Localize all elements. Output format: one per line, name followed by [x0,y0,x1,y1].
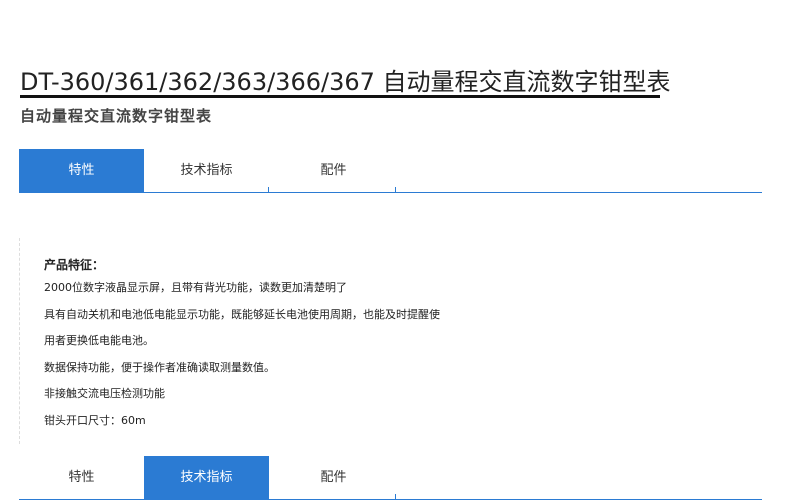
list-item: 数据保持功能，便于操作者准确读取测量数值。 [44,360,275,374]
tab-bar-bottom: 特性 技术指标 配件 [19,456,762,500]
features-panel: 产品特征： 2000位数字液晶显示屏，且带有背光功能，读数更加清楚明了 具有自动… [19,238,762,444]
tab-specifications[interactable]: 技术指标 [144,149,269,193]
tab-label: 技术指标 [180,163,233,178]
page-subtitle: 自动量程交直流数字钳型表 [20,107,213,125]
tab-accessories[interactable]: 配件 [271,456,396,500]
list-item: 钳头开口尺寸：60m [44,413,146,427]
tab-label: 配件 [320,470,347,485]
features-heading: 产品特征： [44,258,105,272]
tab-bar-line [19,499,762,500]
title-underline [20,95,660,98]
features-list: 2000位数字液晶显示屏，且带有背光功能，读数更加清楚明了 具有自动关机和电池低… [44,280,440,439]
tab-bar-line [19,192,762,193]
panel-border [19,238,21,444]
tab-label: 配件 [320,163,347,178]
tab-label: 特性 [68,163,95,178]
list-item: 非接触交流电压检测功能 [44,387,165,400]
tab-bar-top: 特性 技术指标 配件 [19,149,762,193]
tab-features[interactable]: 特性 [19,149,144,193]
tab-label: 特性 [68,470,95,485]
tab-specifications[interactable]: 技术指标 [144,456,269,500]
tab-accessories[interactable]: 配件 [271,149,396,193]
list-item: 2000位数字液晶显示屏，且带有背光功能，读数更加清楚明了 [44,281,347,294]
tab-features[interactable]: 特性 [19,456,144,500]
list-item: 具有自动关机和电池低电能显示功能，既能够延长电池使用周期，也能及时提醒使 [44,307,440,321]
tab-label: 技术指标 [180,470,233,485]
page-title: DT-360/361/362/363/366/367 自动量程交直流数字钳型表 [20,68,671,96]
list-item: 用者更换低电能电池。 [44,334,154,347]
